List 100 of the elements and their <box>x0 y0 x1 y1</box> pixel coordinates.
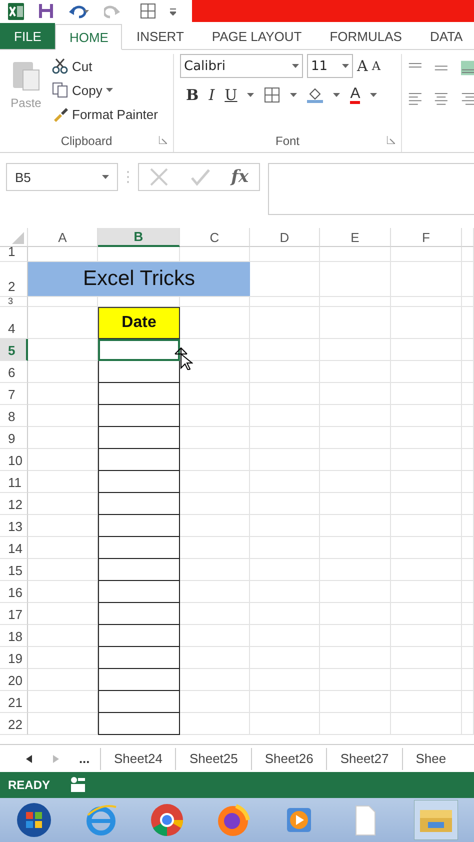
empty-cell[interactable] <box>391 247 462 262</box>
table-cell[interactable] <box>98 383 180 405</box>
empty-cell[interactable] <box>250 691 320 713</box>
empty-cell[interactable] <box>462 603 474 625</box>
borders-icon[interactable] <box>264 87 280 103</box>
empty-cell[interactable] <box>391 383 462 405</box>
select-all-icon[interactable] <box>12 232 24 244</box>
caret-icon[interactable] <box>292 64 299 68</box>
empty-cell[interactable] <box>250 713 320 735</box>
empty-cell[interactable] <box>320 247 391 262</box>
caret-icon[interactable] <box>102 175 109 179</box>
row-header[interactable]: 6 <box>0 361 28 383</box>
empty-cell[interactable] <box>250 559 320 581</box>
empty-cell[interactable] <box>462 307 474 339</box>
empty-cell[interactable] <box>391 297 462 307</box>
column-header[interactable]: F <box>391 228 462 247</box>
empty-cell[interactable] <box>391 537 462 559</box>
align-left-icon[interactable] <box>408 90 422 106</box>
row-header[interactable]: 10 <box>0 449 28 471</box>
paint-bucket-icon[interactable] <box>307 87 324 103</box>
empty-cell[interactable] <box>250 603 320 625</box>
empty-cell[interactable] <box>320 603 391 625</box>
empty-cell[interactable] <box>391 449 462 471</box>
row-header[interactable]: 19 <box>0 647 28 669</box>
caret-icon[interactable] <box>247 93 254 97</box>
table-cell[interactable] <box>98 361 180 383</box>
empty-cell[interactable] <box>320 297 391 307</box>
empty-cell[interactable] <box>250 297 320 307</box>
format-painter-button[interactable]: Format Painter <box>52 102 158 126</box>
dialog-launcher-icon[interactable] <box>387 136 395 144</box>
bold-button[interactable]: B <box>186 86 199 104</box>
empty-cell[interactable] <box>250 537 320 559</box>
empty-cell[interactable] <box>250 471 320 493</box>
sheet-tab[interactable]: Sheet27 <box>326 748 402 770</box>
header-cell[interactable]: Date <box>98 307 180 339</box>
row-header[interactable]: 13 <box>0 515 28 537</box>
empty-cell[interactable] <box>180 471 250 493</box>
empty-cell[interactable] <box>180 669 250 691</box>
caret-icon[interactable] <box>342 64 349 68</box>
empty-cell[interactable] <box>391 669 462 691</box>
paintbrush-icon[interactable] <box>52 106 68 122</box>
empty-cell[interactable] <box>320 383 391 405</box>
empty-cell[interactable] <box>320 493 391 515</box>
caret-icon[interactable] <box>370 93 378 97</box>
table-cell[interactable] <box>98 603 180 625</box>
empty-cell[interactable] <box>391 339 462 361</box>
align-bottom-icon[interactable] <box>460 60 474 76</box>
row-header[interactable]: 12 <box>0 493 28 515</box>
sheet-tab[interactable]: Sheet26 <box>250 748 326 770</box>
ribbon-tab[interactable]: FILE <box>0 23 56 49</box>
empty-cell[interactable] <box>250 493 320 515</box>
row-header[interactable]: 3 <box>0 297 28 307</box>
table-cell[interactable] <box>98 493 180 515</box>
row-header[interactable]: 15 <box>0 559 28 581</box>
column-header[interactable]: C <box>180 228 250 247</box>
row-header[interactable]: 17 <box>0 603 28 625</box>
empty-cell[interactable] <box>250 247 320 262</box>
sheet-tab[interactable]: Sheet25 <box>175 748 251 770</box>
empty-cell[interactable] <box>320 515 391 537</box>
table-cell[interactable] <box>98 449 180 471</box>
empty-cell[interactable] <box>462 427 474 449</box>
table-cell[interactable] <box>98 691 180 713</box>
empty-cell[interactable] <box>180 581 250 603</box>
empty-cell[interactable] <box>462 713 474 735</box>
formula-field[interactable] <box>268 163 474 215</box>
empty-cell[interactable] <box>462 669 474 691</box>
empty-cell[interactable] <box>320 537 391 559</box>
empty-cell[interactable] <box>180 537 250 559</box>
caret-icon[interactable] <box>290 93 298 97</box>
empty-cell[interactable] <box>462 405 474 427</box>
empty-cell[interactable] <box>462 297 474 307</box>
empty-cell[interactable] <box>250 405 320 427</box>
empty-cell[interactable] <box>391 427 462 449</box>
empty-cell[interactable] <box>391 647 462 669</box>
borders-icon[interactable] <box>140 3 156 19</box>
empty-cell[interactable] <box>391 559 462 581</box>
empty-cell[interactable] <box>250 449 320 471</box>
scroll-left-icon[interactable] <box>26 754 32 762</box>
row-header[interactable]: 4 <box>0 307 28 339</box>
table-cell[interactable] <box>98 471 180 493</box>
empty-cell[interactable] <box>391 713 462 735</box>
empty-cell[interactable] <box>250 669 320 691</box>
empty-cell[interactable] <box>462 361 474 383</box>
align-right-icon[interactable] <box>460 90 474 106</box>
empty-cell[interactable] <box>180 297 250 307</box>
row-header[interactable]: 20 <box>0 669 28 691</box>
empty-cell[interactable] <box>391 625 462 647</box>
empty-cell[interactable] <box>462 339 474 361</box>
table-cell[interactable] <box>98 625 180 647</box>
empty-cell[interactable] <box>180 427 250 449</box>
font-name-field[interactable]: Calibri <box>180 54 303 78</box>
empty-cell[interactable] <box>462 383 474 405</box>
row-header[interactable]: 18 <box>0 625 28 647</box>
align-center-icon[interactable] <box>434 90 449 106</box>
empty-cell[interactable] <box>462 691 474 713</box>
row-header[interactable]: 5 <box>0 339 28 361</box>
folder-icon[interactable] <box>414 800 458 840</box>
empty-cell[interactable] <box>462 515 474 537</box>
cancel-icon[interactable] <box>149 167 170 187</box>
empty-cell[interactable] <box>250 427 320 449</box>
